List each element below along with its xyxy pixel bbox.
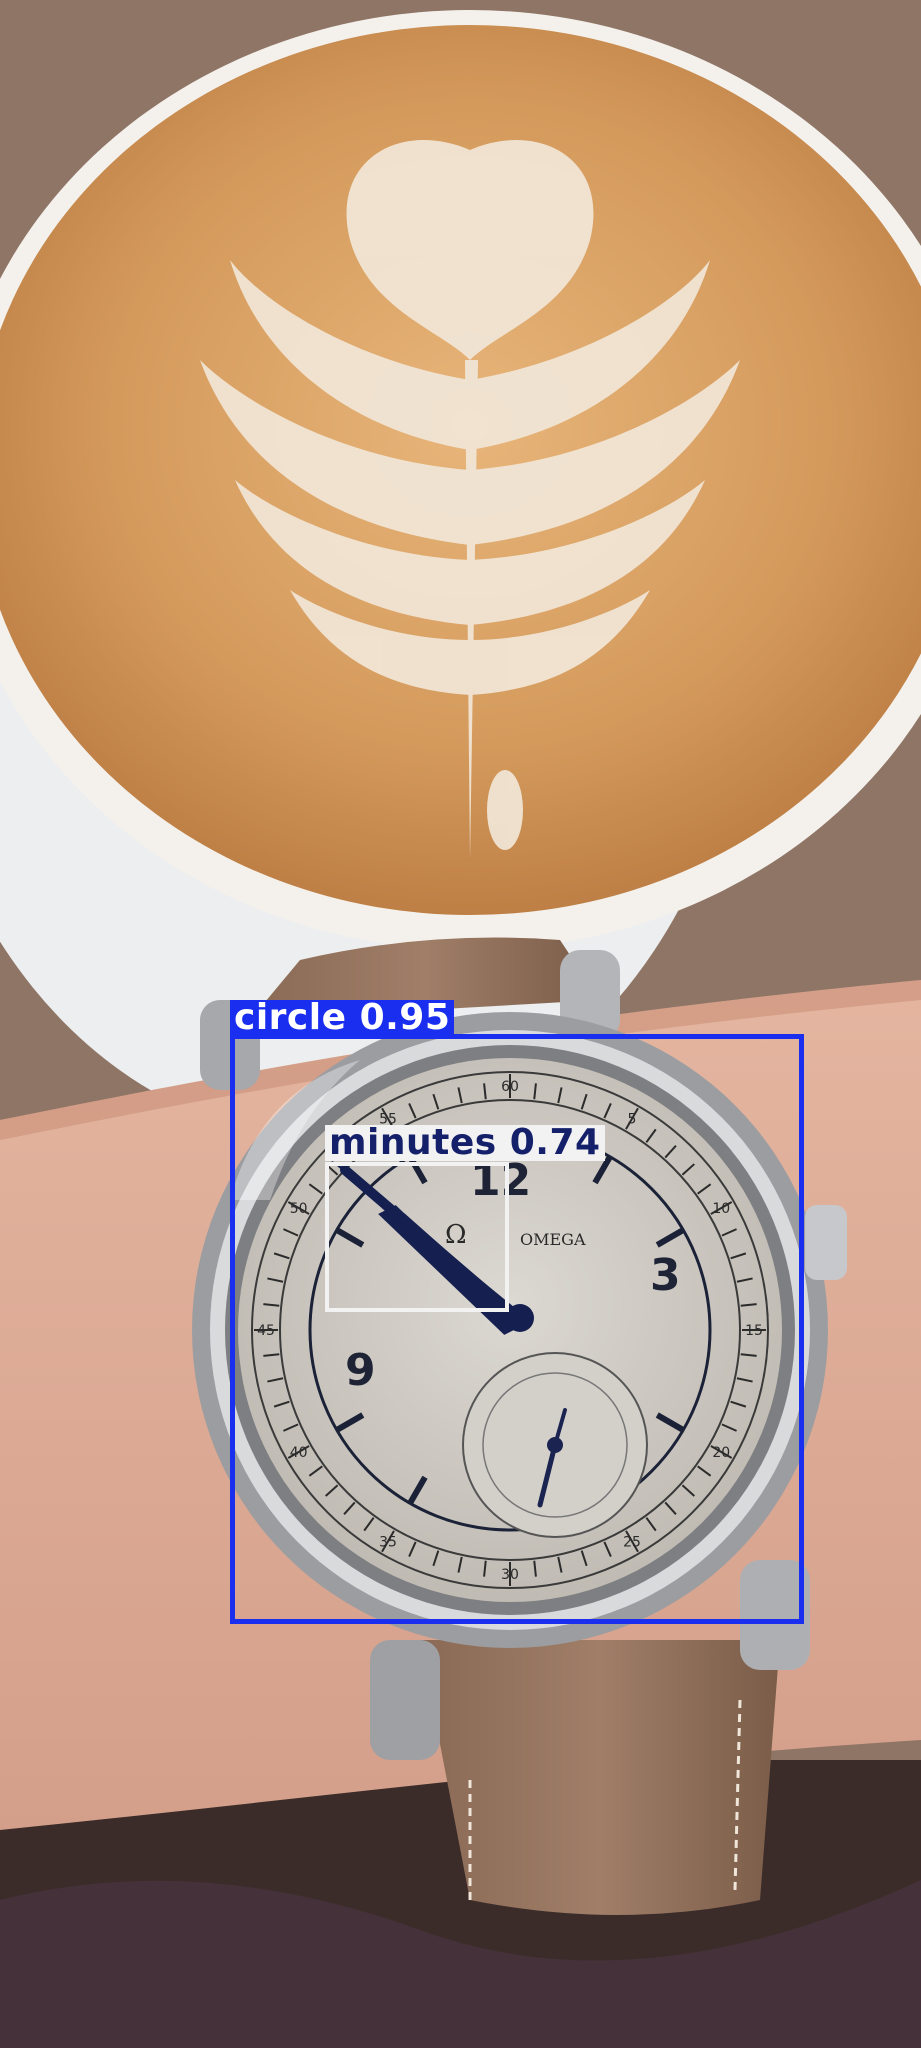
detection-box-minutes — [325, 1162, 509, 1312]
photo-stage: 60 5 10 15 20 25 30 35 40 45 50 55 12 3 9 OMEGA Ω c… — [0, 0, 921, 2048]
detection-score-circle: 0.95 — [359, 997, 451, 1038]
detection-label-circle: circle 0.95 — [230, 997, 455, 1038]
detection-class-minutes: minutes — [329, 1122, 497, 1163]
detection-score-minutes: 0.74 — [509, 1122, 601, 1163]
detection-label-minutes: minutes 0.74 — [325, 1125, 605, 1161]
detection-class-circle: circle — [234, 997, 347, 1038]
scene-illustration: 60510152025303540455055 12 3 9 OMEGA Ω — [0, 0, 921, 2048]
